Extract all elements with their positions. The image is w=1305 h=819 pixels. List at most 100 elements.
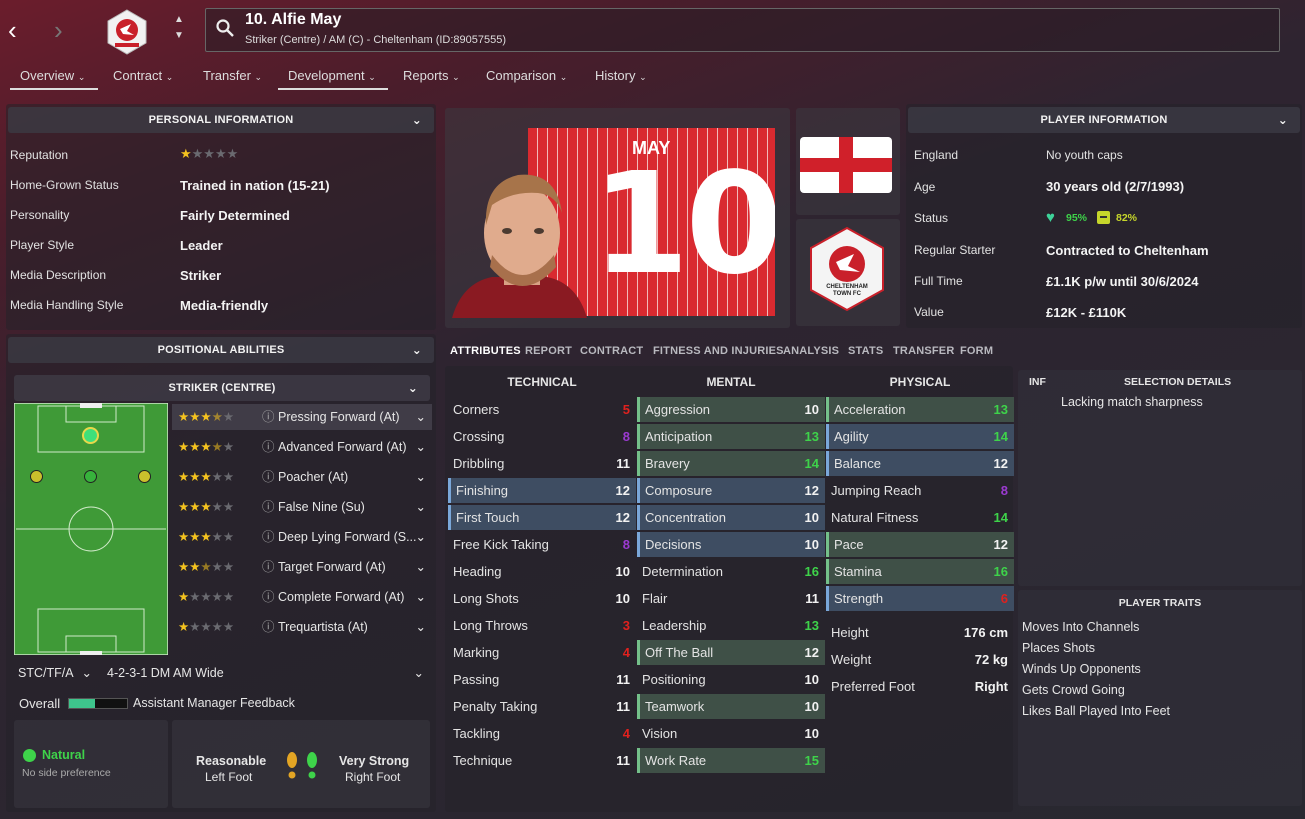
tab-contract[interactable]: Contract ⌄	[113, 68, 173, 83]
home-grown-value: Trained in nation (15-21)	[180, 178, 330, 193]
positional-header[interactable]: POSITIONAL ABILITIES ⌄	[8, 337, 434, 363]
attribute-row[interactable]: Leadership 13	[637, 613, 825, 638]
attribute-row[interactable]: Passing 11	[448, 667, 636, 692]
info-icon[interactable]: ⓘ	[262, 494, 275, 520]
attribute-row[interactable]: Flair 11	[637, 586, 825, 611]
info-icon[interactable]: ⓘ	[262, 464, 275, 490]
chevron-down-icon[interactable]: ⌄	[416, 404, 426, 430]
subtab-fitness[interactable]: FITNESS AND INJURIES	[653, 345, 784, 357]
attribute-row[interactable]: Acceleration 13	[826, 397, 1014, 422]
role-row[interactable]: ★★★★★ ⓘ Pressing Forward (At) ⌄	[172, 404, 432, 430]
attr-name: Vision	[642, 726, 678, 741]
attribute-row[interactable]: First Touch 12	[448, 505, 636, 530]
subtab-contract[interactable]: CONTRACT	[580, 345, 643, 357]
player-cycle-down-icon[interactable]: ▼	[174, 30, 184, 41]
chevron-down-icon[interactable]: ⌄	[416, 554, 426, 580]
attribute-row[interactable]: Free Kick Taking 8	[448, 532, 636, 557]
attribute-row[interactable]: Vision 10	[637, 721, 825, 746]
subtab-attributes[interactable]: ATTRIBUTES	[450, 345, 521, 357]
subtab-report[interactable]: REPORT	[525, 345, 572, 357]
role-row[interactable]: ★★★★★ ⓘ Trequartista (At) ⌄	[172, 614, 432, 640]
attribute-row[interactable]: Marking 4	[448, 640, 636, 665]
forward-button[interactable]: ›	[54, 16, 78, 44]
player-cycle-up-icon[interactable]: ▲	[174, 14, 184, 25]
attribute-row[interactable]: Corners 5	[448, 397, 636, 422]
attribute-row[interactable]: Off The Ball 12	[637, 640, 825, 665]
role-row[interactable]: ★★★★★ ⓘ Poacher (At) ⌄	[172, 464, 432, 490]
chevron-down-icon[interactable]: ⌄	[416, 614, 426, 640]
info-icon[interactable]: ⓘ	[262, 584, 275, 610]
attribute-row[interactable]: Long Throws 3	[448, 613, 636, 638]
position-header[interactable]: STRIKER (CENTRE) ⌄	[14, 375, 430, 401]
chevron-down-icon[interactable]: ⌄	[416, 494, 426, 520]
info-icon[interactable]: ⓘ	[262, 614, 275, 640]
attribute-row[interactable]: Technique 11	[448, 748, 636, 773]
inf-label: INF	[1029, 376, 1046, 388]
role-row[interactable]: ★★★★★ ⓘ Target Forward (At) ⌄	[172, 554, 432, 580]
chevron-down-icon[interactable]: ⌄	[416, 584, 426, 610]
attribute-row[interactable]: Finishing 12	[448, 478, 636, 503]
attribute-row[interactable]: Pace 12	[826, 532, 1014, 557]
selection-title: SELECTION DETAILS	[1124, 376, 1232, 388]
attr-name: Teamwork	[645, 699, 705, 714]
tactic-select[interactable]: 4-2-3-1 DM AM Wide ⌄	[102, 661, 430, 685]
attribute-row[interactable]: Tackling 4	[448, 721, 636, 746]
role-row[interactable]: ★★★★★ ⓘ Complete Forward (At) ⌄	[172, 584, 432, 610]
attribute-row[interactable]: Decisions 10	[637, 532, 825, 557]
attr-value: 8	[622, 429, 630, 444]
attribute-row[interactable]: Anticipation 13	[637, 424, 825, 449]
tab-comparison[interactable]: Comparison ⌄	[486, 68, 567, 83]
attribute-row[interactable]: Work Rate 15	[637, 748, 825, 773]
tab-transfer[interactable]: Transfer ⌄	[203, 68, 262, 83]
search-icon[interactable]	[215, 18, 235, 38]
subtab-stats[interactable]: STATS	[848, 345, 883, 357]
attribute-row[interactable]: Penalty Taking 11	[448, 694, 636, 719]
attribute-row[interactable]: Balance 12	[826, 451, 1014, 476]
role-row[interactable]: ★★★★★ ⓘ False Nine (Su) ⌄	[172, 494, 432, 520]
attribute-row[interactable]: Concentration 10	[637, 505, 825, 530]
tab-history[interactable]: History ⌄	[595, 68, 647, 83]
attribute-row[interactable]: Aggression 10	[637, 397, 825, 422]
overall-bar-fill	[69, 699, 96, 708]
attribute-row[interactable]: Determination 16	[637, 559, 825, 584]
attribute-row[interactable]: Agility 14	[826, 424, 1014, 449]
attribute-row[interactable]: Positioning 10	[637, 667, 825, 692]
attribute-row[interactable]: Heading 10	[448, 559, 636, 584]
body-metrics: Height 176 cm Weight 72 kg Preferred Foot R…	[826, 620, 1014, 700]
info-icon[interactable]: ⓘ	[262, 524, 275, 550]
info-icon[interactable]: ⓘ	[262, 434, 275, 460]
player-info-header[interactable]: PLAYER INFORMATION ⌄	[908, 107, 1300, 133]
personal-info-header[interactable]: PERSONAL INFORMATION ⌄	[8, 107, 434, 133]
attribute-row[interactable]: Long Shots 10	[448, 586, 636, 611]
position-select[interactable]: STC/TF/A ⌄	[14, 661, 98, 685]
role-row[interactable]: ★★★★★ ⓘ Advanced Forward (At) ⌄	[172, 434, 432, 460]
subtab-transfer[interactable]: TRANSFER	[893, 345, 955, 357]
tab-reports[interactable]: Reports ⌄	[403, 68, 460, 83]
attr-value: 16	[993, 564, 1008, 579]
chevron-down-icon[interactable]: ⌄	[416, 464, 426, 490]
chevron-down-icon: ⌄	[1277, 113, 1288, 127]
chevron-down-icon[interactable]: ⌄	[416, 434, 426, 460]
attribute-row[interactable]: Composure 12	[637, 478, 825, 503]
subtab-form[interactable]: FORM	[960, 345, 993, 357]
natural-foot-panel	[14, 720, 168, 808]
club-badge-icon	[103, 8, 151, 56]
attribute-row[interactable]: Dribbling 11	[448, 451, 636, 476]
role-row[interactable]: ★★★★★ ⓘ Deep Lying Forward (S... ⌄	[172, 524, 432, 550]
attribute-row[interactable]: Crossing 8	[448, 424, 636, 449]
subtab-analysis[interactable]: ANALYSIS	[783, 345, 839, 357]
attribute-row[interactable]: Natural Fitness 14	[826, 505, 1014, 530]
attribute-row[interactable]: Stamina 16	[826, 559, 1014, 584]
attribute-row[interactable]: Teamwork 10	[637, 694, 825, 719]
attribute-row[interactable]: Jumping Reach 8	[826, 478, 1014, 503]
chevron-down-icon[interactable]: ⌄	[416, 524, 426, 550]
back-button[interactable]: ‹	[8, 16, 32, 44]
full-time-label: Full Time	[914, 274, 963, 288]
attr-name: Flair	[642, 591, 668, 606]
info-icon[interactable]: ⓘ	[262, 404, 275, 430]
info-icon[interactable]: ⓘ	[262, 554, 275, 580]
tab-overview[interactable]: Overview ⌄	[20, 68, 85, 83]
attribute-row[interactable]: Strength 6	[826, 586, 1014, 611]
tab-development[interactable]: Development ⌄	[288, 68, 376, 83]
attribute-row[interactable]: Bravery 14	[637, 451, 825, 476]
